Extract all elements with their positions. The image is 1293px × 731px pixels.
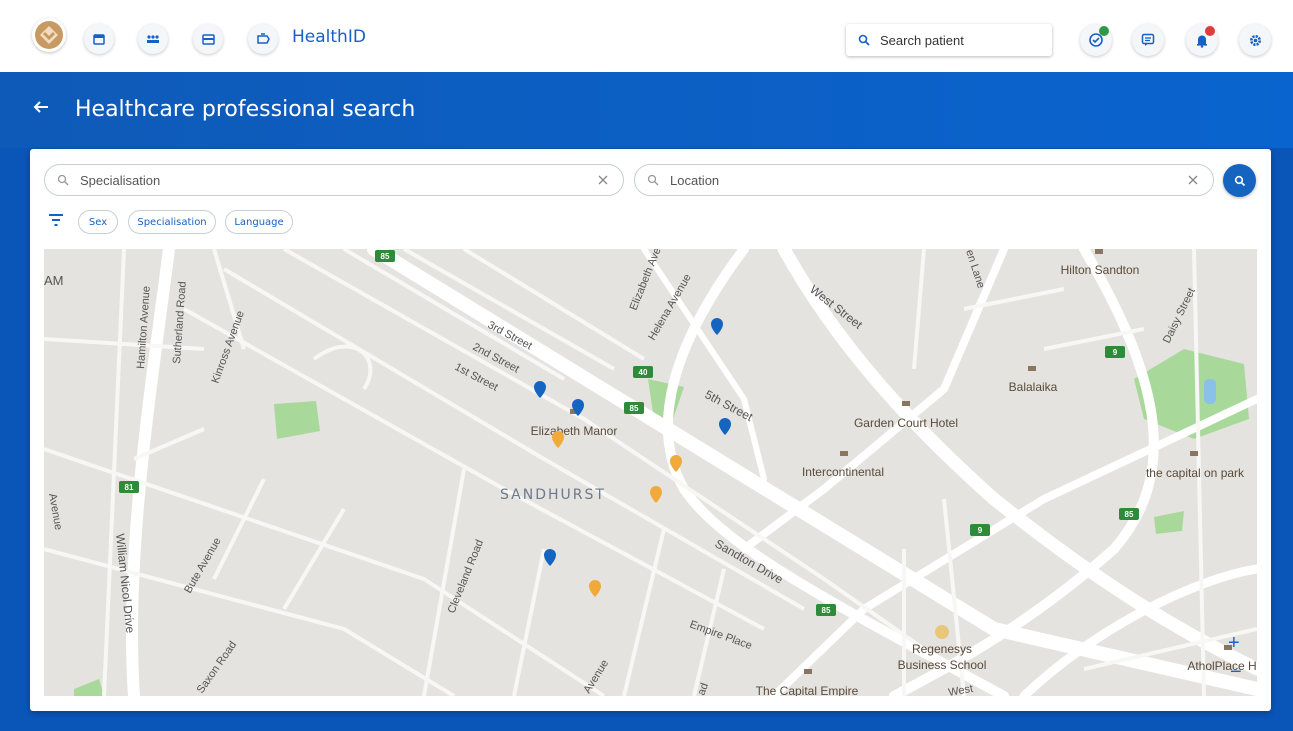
street-label: West bbox=[947, 683, 974, 696]
calendar-button[interactable] bbox=[84, 24, 114, 54]
route-shield: 85 bbox=[822, 606, 831, 615]
patients-button[interactable] bbox=[138, 24, 168, 54]
route-shield: 85 bbox=[630, 404, 639, 413]
place-label: Regenesys bbox=[912, 642, 972, 656]
street-label: Bute Avenue bbox=[182, 536, 223, 596]
map-edge-label: AM bbox=[44, 273, 64, 288]
app-title: HealthID bbox=[292, 27, 366, 47]
hotel-icon bbox=[1095, 249, 1103, 254]
back-button[interactable] bbox=[32, 98, 50, 121]
referrals-button[interactable] bbox=[248, 24, 278, 54]
route-shield: 85 bbox=[381, 252, 390, 261]
location-field[interactable] bbox=[634, 164, 1214, 196]
route-shield: 9 bbox=[1113, 348, 1118, 357]
street-label: en Lane bbox=[963, 249, 987, 290]
specialisation-field[interactable] bbox=[44, 164, 624, 196]
street-label: Daisy Street bbox=[1161, 286, 1198, 345]
place-label: Intercontinental bbox=[802, 465, 884, 479]
specialisation-input[interactable] bbox=[78, 171, 589, 189]
payments-button[interactable] bbox=[193, 24, 223, 54]
route-shield: 85 bbox=[1125, 510, 1134, 519]
route-shield: 40 bbox=[639, 368, 648, 377]
card-icon bbox=[201, 33, 215, 45]
messages-button[interactable] bbox=[1132, 24, 1164, 56]
route-shield: 81 bbox=[125, 483, 134, 492]
place-label: Business School bbox=[898, 658, 987, 672]
map-pin[interactable] bbox=[719, 418, 731, 435]
map[interactable]: 85 40 85 81 9 9 85 85 Hamilton Avenue Su… bbox=[44, 249, 1257, 696]
search-icon bbox=[1234, 175, 1245, 186]
park-area bbox=[1154, 511, 1184, 534]
minor-roads bbox=[44, 249, 1257, 696]
hotel-icon bbox=[902, 401, 910, 406]
calendar-icon bbox=[93, 34, 105, 45]
status-dot bbox=[1099, 26, 1109, 36]
gear-icon bbox=[1249, 34, 1261, 46]
place-label: Garden Court Hotel bbox=[854, 416, 958, 430]
route-shield: 9 bbox=[978, 526, 983, 535]
street-label: Sutherland Road bbox=[171, 281, 189, 364]
park-area bbox=[74, 679, 104, 696]
place-label: Elizabeth Manor bbox=[531, 424, 618, 438]
arrow-left-icon bbox=[33, 101, 48, 113]
street-label: Elizabeth Ave bbox=[628, 249, 664, 312]
place-label: Hilton Sandton bbox=[1061, 263, 1140, 277]
search-icon bbox=[647, 174, 659, 186]
street-label: Saxon Road bbox=[195, 639, 240, 695]
pond bbox=[1204, 379, 1216, 404]
hotel-icon bbox=[1190, 451, 1198, 456]
clear-location-button[interactable] bbox=[1179, 175, 1207, 185]
filter-icon bbox=[49, 214, 63, 226]
app-logo[interactable] bbox=[32, 18, 66, 52]
health-check-button[interactable] bbox=[1080, 24, 1112, 56]
map-pin[interactable] bbox=[711, 318, 723, 335]
map-pin[interactable] bbox=[650, 486, 662, 503]
notifications-button[interactable] bbox=[1186, 24, 1218, 56]
search-card: Sex Specialisation Language bbox=[30, 149, 1271, 711]
park-area bbox=[274, 401, 320, 439]
map-canvas[interactable]: 85 40 85 81 9 9 85 85 Hamilton Avenue Su… bbox=[44, 249, 1257, 696]
people-icon bbox=[147, 35, 159, 43]
search-button[interactable] bbox=[1223, 164, 1256, 197]
patient-search[interactable] bbox=[846, 24, 1052, 56]
briefcase-icon bbox=[257, 33, 270, 44]
place-label: Balalaika bbox=[1009, 380, 1058, 394]
filter-chip-language[interactable]: Language bbox=[225, 210, 293, 234]
zoom-out-button[interactable]: − bbox=[1230, 662, 1242, 682]
close-icon bbox=[598, 175, 608, 185]
filter-chip-sex[interactable]: Sex bbox=[78, 210, 118, 234]
close-icon bbox=[1188, 175, 1198, 185]
hotel-icon bbox=[1028, 366, 1036, 371]
map-pin[interactable] bbox=[544, 549, 556, 566]
top-bar: HealthID bbox=[0, 0, 1293, 73]
place-label: the capital on park bbox=[1146, 466, 1245, 480]
place-label: AtholPlace H bbox=[1187, 659, 1256, 673]
area-label: SANDHURST bbox=[500, 487, 606, 503]
school-icon bbox=[935, 625, 949, 639]
hotel-icon bbox=[840, 451, 848, 456]
page-title: Healthcare professional search bbox=[75, 97, 416, 122]
settings-button[interactable] bbox=[1239, 24, 1271, 56]
street-label: Kinross Avenue bbox=[210, 309, 247, 385]
chat-icon bbox=[1141, 33, 1155, 46]
discovery-logo-icon bbox=[35, 21, 63, 49]
map-pin[interactable] bbox=[589, 580, 601, 597]
search-icon bbox=[858, 34, 870, 46]
map-pin[interactable] bbox=[552, 431, 564, 448]
patient-search-input[interactable] bbox=[878, 31, 1042, 49]
location-input[interactable] bbox=[668, 171, 1179, 189]
filter-chip-specialisation[interactable]: Specialisation bbox=[128, 210, 216, 234]
hotel-icon bbox=[804, 669, 812, 674]
zoom-in-button[interactable]: + bbox=[1228, 633, 1240, 653]
place-label: The Capital Empire bbox=[756, 684, 859, 696]
search-icon bbox=[57, 174, 69, 186]
street-label: Empire Place bbox=[688, 619, 754, 653]
notification-dot bbox=[1205, 26, 1215, 36]
street-label: Avenue bbox=[46, 492, 64, 531]
filter-button[interactable] bbox=[48, 213, 64, 232]
clear-specialisation-button[interactable] bbox=[589, 175, 617, 185]
